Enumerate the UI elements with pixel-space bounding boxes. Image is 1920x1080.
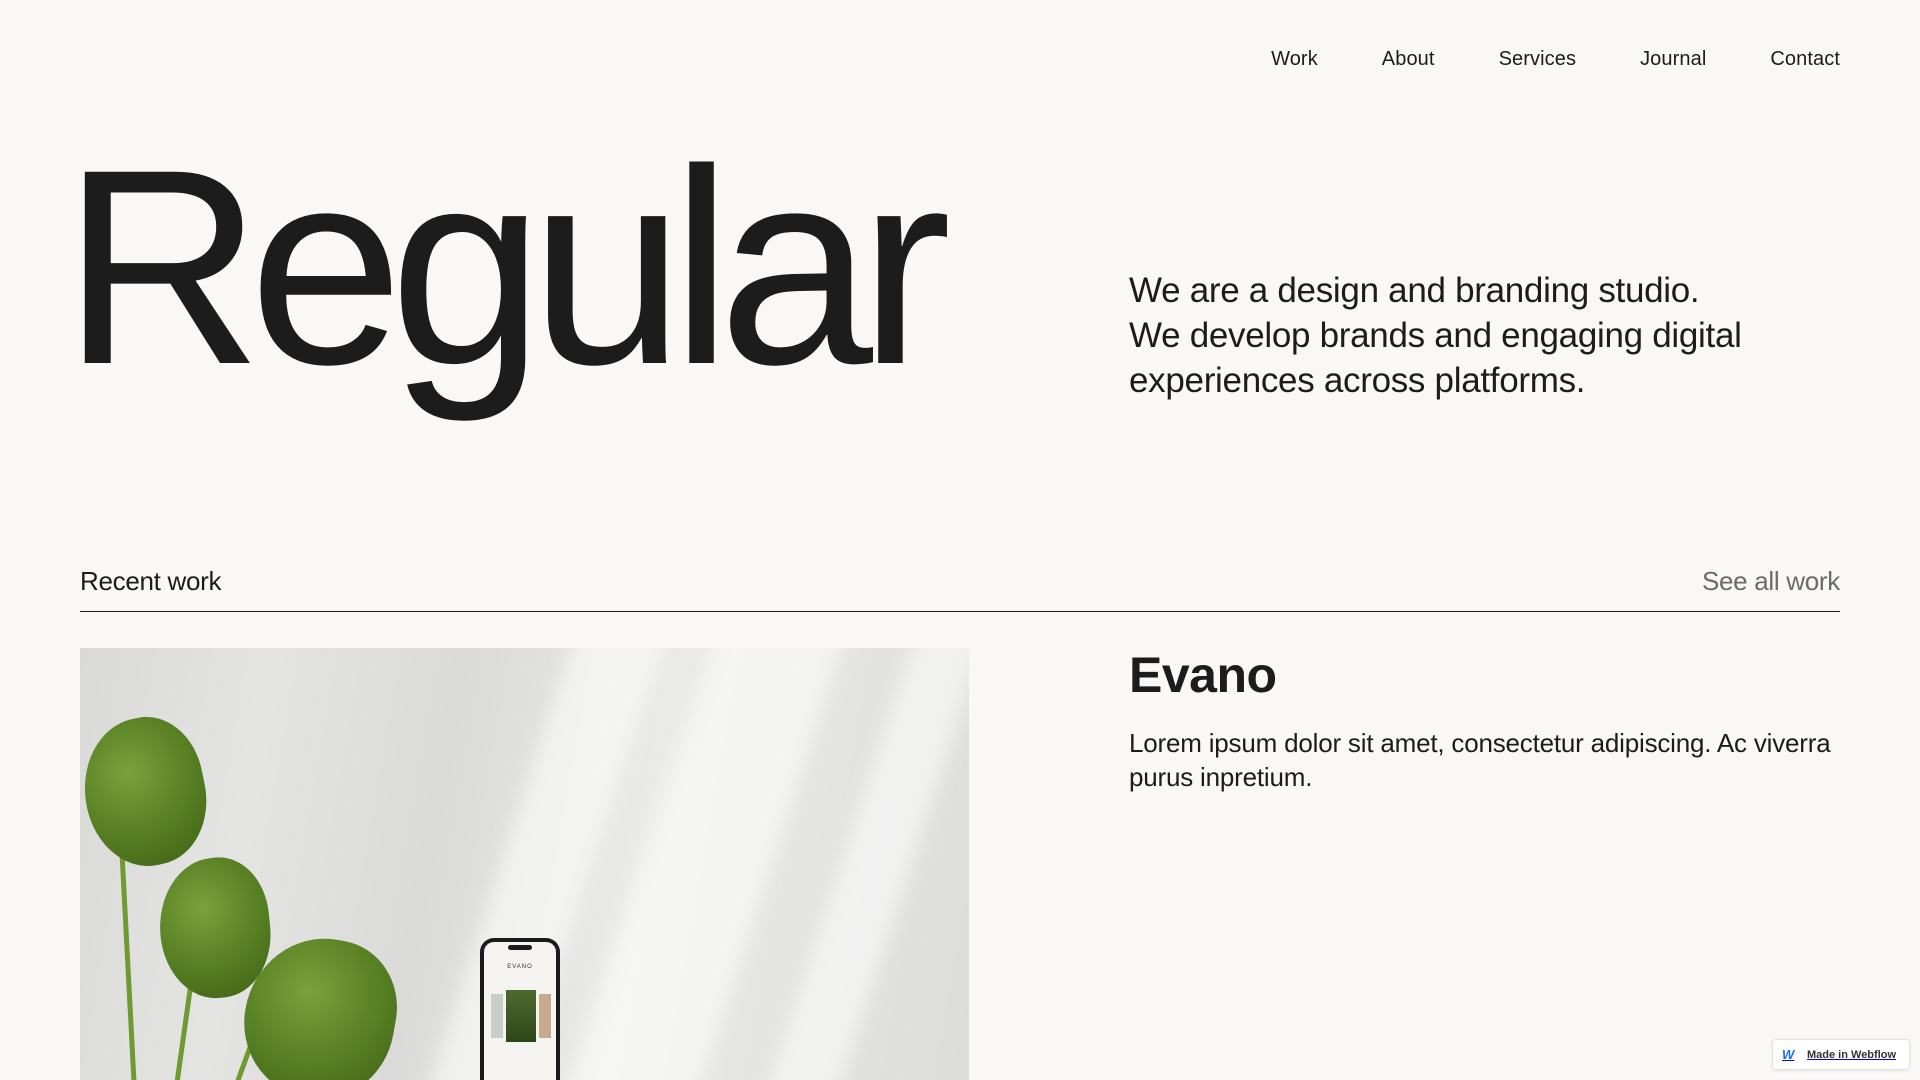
project-description-line: purus inpretium. [1129,762,1313,792]
project-image[interactable]: EVANO [80,648,969,1080]
phone-thumbnail [539,994,551,1038]
phone-screen: EVANO [484,942,556,1080]
nav-link-about[interactable]: About [1382,48,1435,71]
hero-tagline-line: We develop brands and engaging digital [1129,316,1742,355]
hero-tagline: We are a design and branding studio. We … [1129,268,1809,403]
nav-link-contact[interactable]: Contact [1770,48,1840,71]
webflow-logo-icon: W [1782,1046,1795,1062]
badge-label: Made in Webflow [1807,1048,1897,1061]
project-description: Lorem ipsum dolor sit amet, consectetur … [1129,726,1849,794]
recent-work-label: Recent work [80,566,222,596]
phone-mockup: EVANO [480,938,560,1080]
nav-link-work[interactable]: Work [1271,48,1318,71]
hero-tagline-line: experiences across platforms. [1129,361,1586,400]
plant-stem [118,828,137,1080]
plant-leaf [80,707,220,877]
project-title[interactable]: Evano [1129,648,1277,703]
see-all-work-link[interactable]: See all work [1702,566,1840,597]
phone-brand-text: EVANO [507,964,533,970]
nav-link-services[interactable]: Services [1499,48,1577,71]
main-nav: Work About Services Journal Contact [1271,48,1840,71]
hero-title: Regular [62,111,952,422]
phone-thumbnail [491,994,503,1038]
hero-tagline-line: We are a design and branding studio. [1129,271,1700,310]
phone-thumbnail [506,990,536,1042]
recent-work-header: Recent work See all work [80,566,1840,612]
phone-notch [508,945,532,950]
nav-link-journal[interactable]: Journal [1640,48,1706,71]
made-in-webflow-badge[interactable]: W Made in Webflow [1772,1039,1910,1070]
project-description-line: Lorem ipsum dolor sit amet, consectetur … [1129,728,1831,758]
